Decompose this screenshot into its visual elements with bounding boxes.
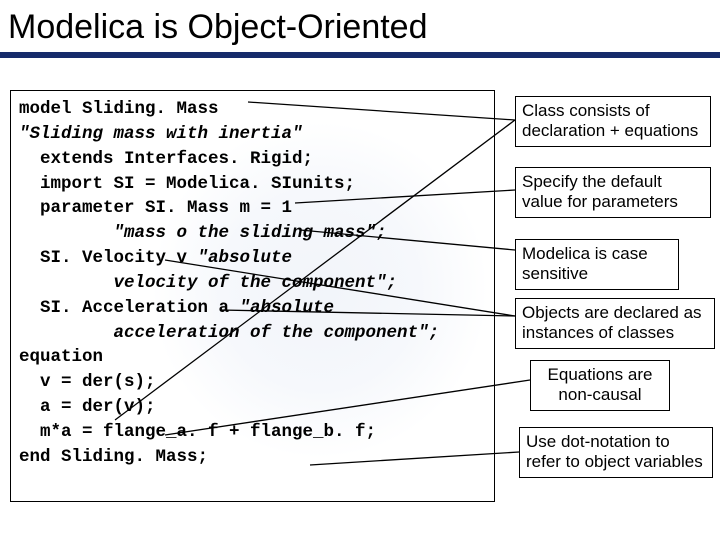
code-line: equation: [19, 345, 486, 370]
code-line: end Sliding. Mass;: [19, 445, 486, 470]
code-line: SI. Velocity v "absolute: [19, 246, 486, 271]
code-line: acceleration of the component";: [19, 321, 486, 346]
note-default-value: Specify the default value for parameters: [515, 167, 711, 218]
code-line: a = der(v);: [19, 395, 486, 420]
code-line: "Sliding mass with inertia": [19, 122, 486, 147]
code-block: model Sliding. Mass"Sliding mass with in…: [10, 90, 495, 502]
code-line: v = der(s);: [19, 370, 486, 395]
code-line: parameter SI. Mass m = 1: [19, 196, 486, 221]
code-line: m*a = flange_a. f + flange_b. f;: [19, 420, 486, 445]
title-underline: [0, 52, 720, 58]
code-line: extends Interfaces. Rigid;: [19, 147, 486, 172]
code-line: SI. Acceleration a "absolute: [19, 296, 486, 321]
code-line: model Sliding. Mass: [19, 97, 486, 122]
code-line: velocity of the component";: [19, 271, 486, 296]
note-equations-noncausal: Equations are non-causal: [530, 360, 670, 411]
slide: Modelica is Object-Oriented model Slidin…: [0, 0, 720, 540]
code-line: import SI = Modelica. SIunits;: [19, 172, 486, 197]
note-dot-notation: Use dot-notation to refer to object vari…: [519, 427, 713, 478]
note-class-consists: Class consists of declaration + equation…: [515, 96, 711, 147]
code-line: "mass o the sliding mass";: [19, 221, 486, 246]
note-objects-instances: Objects are declared as instances of cla…: [515, 298, 715, 349]
note-case-sensitive: Modelica is case sensitive: [515, 239, 679, 290]
slide-title: Modelica is Object-Oriented: [8, 8, 428, 47]
